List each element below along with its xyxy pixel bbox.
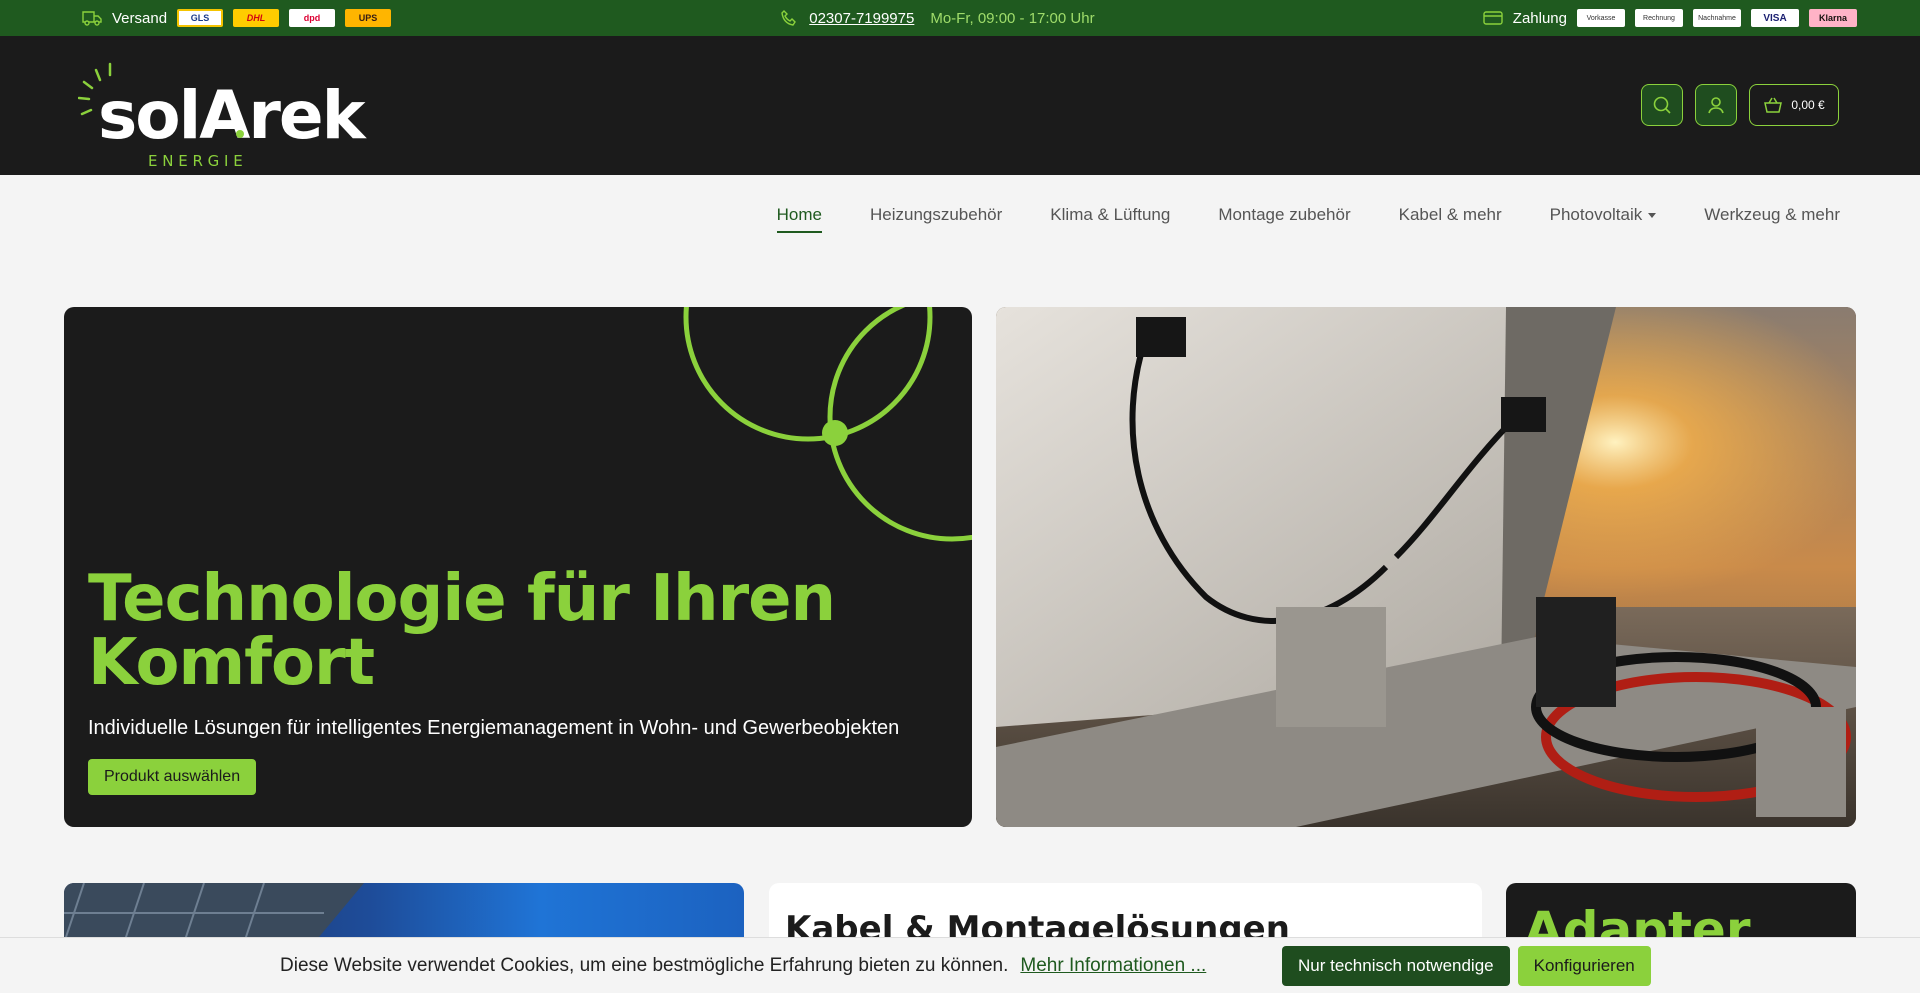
chevron-down-icon <box>1648 212 1657 218</box>
hero-product-image <box>996 307 1856 827</box>
payment-cod: Nachnahme <box>1693 9 1741 27</box>
cookie-actions: Nur technisch notwendige Konfigurieren <box>1282 945 1651 986</box>
payment-label: Zahlung <box>1512 9 1567 27</box>
phone-link[interactable]: 02307-7199975 <box>809 10 914 27</box>
cookie-necessary-button[interactable]: Nur technisch notwendige <box>1282 945 1510 986</box>
payment-invoice: Rechnung <box>1635 9 1683 27</box>
account-button[interactable] <box>1695 84 1737 126</box>
dhl-logo: DHL <box>233 9 280 27</box>
ups-logo: UPS <box>345 9 392 27</box>
hero-subtitle: Individuelle Lösungen für intelligentes … <box>88 717 900 739</box>
cookie-configure-button[interactable]: Konfigurieren <box>1517 945 1651 986</box>
header-actions: 0,00 € <box>1641 84 1839 126</box>
nav-item-heating[interactable]: Heizungszubehör <box>870 199 1002 231</box>
payment-visa: VISA <box>1751 9 1799 27</box>
gls-logo: GLS <box>177 9 224 27</box>
hero-banner: Technologie für Ihren Komfort Individuel… <box>64 307 972 827</box>
nav-item-mounting[interactable]: Montage zubehör <box>1218 199 1350 231</box>
cookie-text: Diese Website verwendet Cookies, um eine… <box>280 954 1009 976</box>
truck-icon <box>82 8 102 28</box>
search-icon <box>1653 96 1671 114</box>
shipping-label: Versand <box>112 9 168 27</box>
payment-prepayment: Vorkasse <box>1577 9 1625 27</box>
cart-button[interactable]: 0,00 € <box>1749 84 1839 126</box>
brand-tagline: E N E R G I E <box>148 152 243 168</box>
payment-klarna: Klarna <box>1809 9 1857 27</box>
brand-wordmark: solArek <box>98 77 368 154</box>
nav-item-tools[interactable]: Werkzeug & mehr <box>1704 199 1840 231</box>
nav-item-climate[interactable]: Klima & Lüftung <box>1050 199 1170 231</box>
nav-item-photovoltaics[interactable]: Photovoltaik <box>1550 199 1657 231</box>
cookie-more-info-link[interactable]: Mehr Informationen ... <box>1020 955 1206 977</box>
opening-hours: Mo-Fr, 09:00 - 17:00 Uhr <box>930 9 1095 27</box>
hero-title: Technologie für Ihren Komfort <box>88 562 836 700</box>
cart-total: 0,00 € <box>1791 98 1825 112</box>
top-info-bar: Versand GLS DHL dpd UPS 02307-7199975 Mo… <box>0 0 1920 36</box>
select-product-button[interactable]: Produkt auswählen <box>88 759 257 795</box>
brand-logo[interactable]: solArek E N E R G I E <box>77 58 378 170</box>
search-button[interactable] <box>1641 84 1683 126</box>
nav-item-photovoltaics-label: Photovoltaik <box>1549 205 1643 224</box>
site-header: solArek E N E R G I E 0,00 € <box>0 36 1920 175</box>
phone-icon <box>779 8 799 28</box>
contact-group: 02307-7199975 Mo-Fr, 09:00 - 17:00 Uhr <box>779 8 1095 28</box>
cookie-message: Diese Website verwendet Cookies, um eine… <box>280 955 1206 977</box>
nav-item-cables[interactable]: Kabel & mehr <box>1399 199 1502 231</box>
cookie-banner: Diese Website verwendet Cookies, um eine… <box>0 937 1920 993</box>
shipping-group: Versand GLS DHL dpd UPS <box>82 8 392 28</box>
shopping-basket-icon <box>1764 97 1783 113</box>
user-icon <box>1708 97 1724 114</box>
main-navigation: Home Heizungszubehör Klima & Lüftung Mon… <box>776 175 1840 255</box>
nav-item-home[interactable]: Home <box>776 199 823 233</box>
dpd-logo: dpd <box>289 9 336 27</box>
decorative-rings <box>683 307 972 542</box>
payment-group: Zahlung Vorkasse Rechnung Nachnahme VISA… <box>1483 8 1857 28</box>
credit-card-icon <box>1483 8 1503 28</box>
